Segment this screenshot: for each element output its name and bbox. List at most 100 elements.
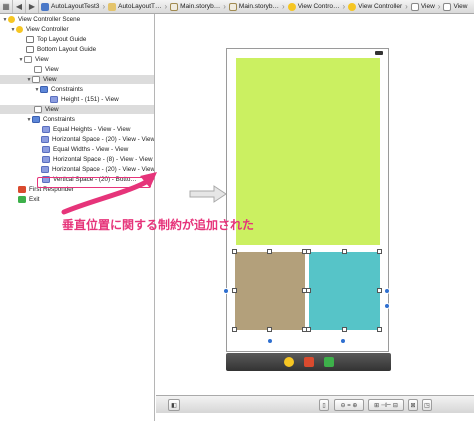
resize-handle[interactable] — [232, 327, 237, 332]
breadcrumb-project[interactable]: AutoLayoutTest3 — [39, 0, 101, 13]
battery-icon — [375, 51, 383, 55]
form-factor-icon[interactable]: ▯ — [319, 399, 329, 411]
outline-label: Bottom Layout Guide — [37, 46, 97, 53]
outline-row-height-constraint[interactable]: Height - (151) - View — [0, 95, 154, 104]
outline-label: Equal Widths - View - View — [53, 146, 129, 153]
resize-handle[interactable] — [232, 288, 237, 293]
outline-row-top-layout-guide[interactable]: Top Layout Guide — [0, 35, 154, 44]
constraint-icon — [42, 146, 50, 153]
chevron-right-icon: › — [342, 2, 346, 11]
outline-row-equal-widths[interactable]: Equal Widths - View - View — [0, 145, 154, 154]
constraint-marker[interactable] — [340, 338, 346, 344]
forward-arrow-icon[interactable]: ▶ — [26, 0, 39, 13]
constraint-marker[interactable] — [384, 303, 390, 309]
outline-label: Top Layout Guide — [37, 36, 87, 43]
constraint-icon — [42, 126, 50, 133]
view-controller-icon — [16, 26, 23, 33]
breadcrumb-label: View Contro… — [297, 3, 340, 10]
view-controller-icon[interactable] — [283, 357, 294, 367]
status-bar — [227, 49, 388, 58]
canvas-bottom-bar: ◧ ▯ ⊖ = ⊕ ⊞ ⊣⊢ ⊟ ⊠ ◳ — [156, 395, 474, 413]
related-items-icon[interactable]: ▦ — [0, 0, 13, 13]
view-controller-icon — [348, 2, 357, 11]
constraint-icon — [40, 166, 49, 173]
jump-bar: ▦ ◀ ▶ AutoLayoutTest3 › AutoLayoutT… › M… — [0, 0, 474, 14]
resize-handle[interactable] — [267, 327, 272, 332]
scene-dock — [226, 353, 391, 371]
resize-handle[interactable] — [377, 327, 382, 332]
breadcrumb-storyboard-base[interactable]: Main.storyb… — [227, 0, 281, 13]
green-view[interactable] — [236, 58, 380, 245]
outline-row-view-controller[interactable]: ▼ View Controller — [0, 25, 154, 34]
exit-icon — [18, 196, 26, 203]
outline-label: Exit — [29, 196, 40, 203]
constraint-icon — [40, 136, 49, 143]
first-responder-icon — [18, 186, 26, 193]
outline-row-root-view[interactable]: ▼ View — [0, 55, 154, 64]
resizing-icon[interactable]: ◳ — [422, 399, 432, 411]
resize-handle[interactable] — [342, 249, 347, 254]
view-icon — [34, 66, 42, 73]
resize-handle[interactable] — [306, 249, 311, 254]
breadcrumb-subview[interactable]: View — [441, 0, 469, 13]
outline-row-scene[interactable]: ▼ View Controller Scene — [0, 15, 154, 24]
outline-row-horizontal-space-8[interactable]: Horizontal Space - (8) - View - View — [0, 155, 154, 164]
back-arrow-icon[interactable]: ◀ — [13, 0, 26, 13]
outline-row-constraints-2[interactable]: ▼ Constraints — [0, 115, 154, 124]
breadcrumb-view[interactable]: View — [409, 0, 437, 13]
exit-icon[interactable] — [323, 357, 334, 367]
resize-handle[interactable] — [342, 327, 347, 332]
outline-row-view[interactable]: View — [0, 65, 154, 74]
resize-handle[interactable] — [306, 288, 311, 293]
zoom-controls[interactable]: ⊖ = ⊕ — [334, 399, 364, 411]
view-icon — [24, 56, 32, 63]
constraints-icon — [32, 116, 40, 123]
outline-label: Horizontal Space - (20) - View - View — [51, 136, 155, 143]
chevron-right-icon: › — [164, 2, 168, 11]
outline-row-horizontal-space-20b[interactable]: Horizontal Space - (20) - View - View — [0, 165, 155, 174]
breadcrumb-view-controller[interactable]: View Controller — [346, 0, 404, 13]
outline-toggle-icon[interactable]: ◧ — [168, 399, 180, 411]
layout-guide-icon — [26, 46, 34, 53]
highlight-box — [37, 177, 151, 188]
outline-row-horizontal-space-20[interactable]: Horizontal Space - (20) - View - View — [0, 135, 155, 144]
scene-icon — [8, 16, 15, 23]
chevron-right-icon: › — [102, 2, 106, 11]
constraints-icon — [40, 86, 48, 93]
outline-row-bottom-layout-guide[interactable]: Bottom Layout Guide — [0, 45, 154, 54]
breadcrumb-label: View — [420, 3, 435, 10]
view-icon — [32, 76, 40, 83]
outline-row-view-selected[interactable]: ▼ View — [0, 75, 154, 84]
brown-view[interactable] — [235, 252, 305, 330]
breadcrumb-group[interactable]: AutoLayoutT… — [106, 0, 163, 13]
resize-handle[interactable] — [377, 249, 382, 254]
view-icon — [443, 2, 452, 11]
constraint-marker[interactable] — [384, 288, 390, 294]
annotation-text: 垂直位置に関する制約が追加された — [62, 218, 255, 232]
resize-handle[interactable] — [232, 249, 237, 254]
resize-handle[interactable] — [267, 249, 272, 254]
breadcrumb-storyboard[interactable]: Main.storyb… — [168, 0, 222, 13]
view-controller-scene[interactable] — [223, 48, 390, 352]
resize-handle[interactable] — [377, 288, 382, 293]
layout-guide-icon — [26, 36, 34, 43]
teal-view[interactable] — [309, 252, 380, 330]
outline-label: Constraints — [43, 116, 75, 123]
outline-row-view-2[interactable]: View — [0, 105, 154, 114]
view-icon — [410, 2, 419, 11]
chevron-right-icon: › — [405, 2, 408, 11]
resize-handle[interactable] — [306, 327, 311, 332]
first-responder-icon[interactable] — [303, 357, 314, 367]
outline-row-constraints[interactable]: ▼ Constraints — [0, 85, 154, 94]
outline-label: Horizontal Space - (8) - View - View — [53, 156, 153, 163]
outline-row-exit[interactable]: Exit — [0, 195, 154, 204]
resolve-icon[interactable]: ⊠ — [408, 399, 418, 411]
constraint-marker[interactable] — [223, 288, 229, 294]
constraint-marker[interactable] — [267, 338, 273, 344]
constraint-icon — [50, 96, 58, 103]
breadcrumb-scene[interactable]: View Contro… — [286, 0, 342, 13]
outline-label: Horizontal Space - (20) - View - View — [51, 166, 155, 173]
align-pin-controls[interactable]: ⊞ ⊣⊢ ⊟ — [368, 399, 404, 411]
breadcrumb-label: AutoLayoutTest3 — [51, 3, 100, 10]
outline-row-equal-heights[interactable]: Equal Heights - View - View — [0, 125, 154, 134]
